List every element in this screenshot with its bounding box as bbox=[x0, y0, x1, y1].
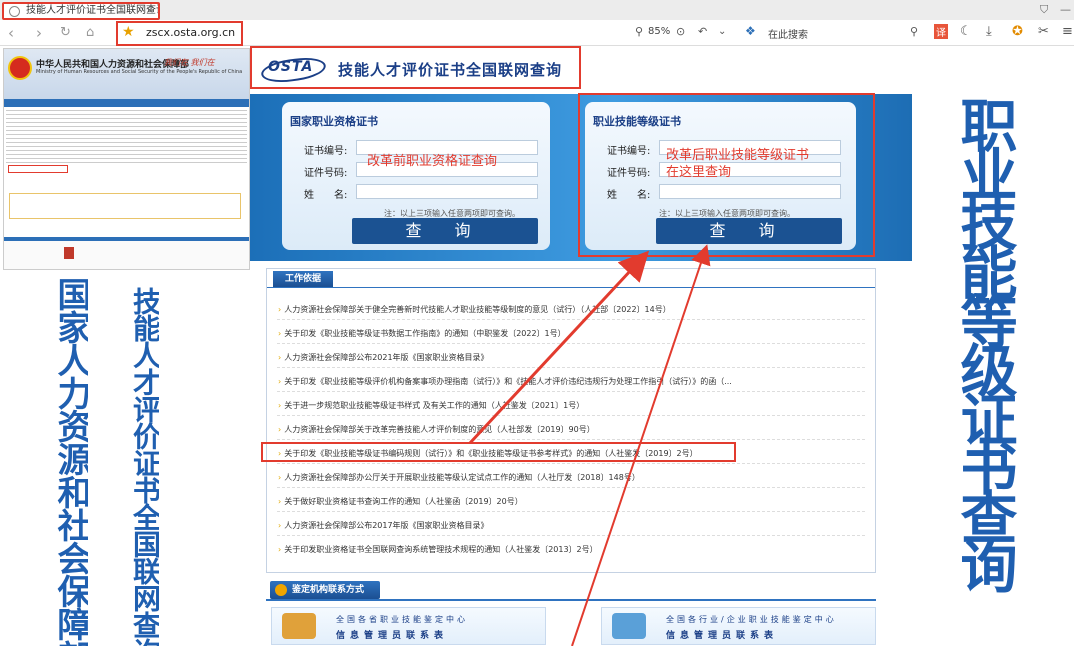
url-text: zscx.osta.org.cn bbox=[146, 26, 236, 39]
books-icon bbox=[612, 613, 646, 639]
contact-section: 鉴定机构联系方式 全国各省职业技能鉴定中心 信息管理员联系表 全国各行业/企业职… bbox=[266, 579, 876, 646]
info-icon bbox=[275, 584, 287, 596]
chevron-down-icon[interactable]: ⌄ bbox=[718, 26, 726, 37]
back-icon[interactable]: ‹ bbox=[8, 24, 14, 42]
cert-no-label: 证书编号: bbox=[304, 146, 348, 157]
annotation-after-reform: 改革后职业技能等级证书 在这里查询 bbox=[666, 148, 810, 180]
highlight-box-coding-rules bbox=[261, 442, 736, 462]
id-no-label: 证件号码: bbox=[304, 168, 348, 179]
party-seal-icon bbox=[64, 247, 74, 259]
caption-skill-cert-query: 职业技能等级证书查询 bbox=[951, 96, 1017, 586]
zoom-icon[interactable]: ⚲ bbox=[635, 25, 643, 38]
tab-title: 技能人才评价证书全国联网查询 bbox=[26, 5, 160, 16]
national-cert-query-card: 国家职业资格证书 证书编号: 证件号码: 姓 名: 注：以上三项输入任意两项即可… bbox=[282, 102, 550, 250]
annotation-before-reform: 改革前职业资格证查询 bbox=[367, 154, 498, 169]
ministry-nav-bar[interactable] bbox=[4, 99, 249, 107]
caption-ministry: 国家人力资源和社会保障部 bbox=[54, 277, 88, 646]
national-emblem-icon bbox=[8, 56, 32, 80]
ministry-site-screenshot: 中华人民共和国人力资源和社会保障部 Ministry of Human Reso… bbox=[3, 48, 250, 270]
list-item[interactable]: › 关于印发《职业技能等级证书数据工作指南》的通知（中职鉴发〔2022〕1号） bbox=[278, 328, 863, 339]
caption-osta-query: 技能人才评价证书全国联网查询 bbox=[131, 287, 159, 646]
card-title: 国家职业资格证书 bbox=[290, 115, 378, 128]
list-item[interactable]: › 关于印发职业资格证书全国联网查询系统管理技术规程的通知（人社鉴发〔2013〕2… bbox=[278, 544, 863, 555]
tab-work-basis[interactable]: 工作依据 bbox=[273, 271, 333, 287]
national-query-button[interactable]: 查 询 bbox=[352, 218, 538, 244]
search-icon[interactable]: ⚲ bbox=[910, 25, 918, 38]
shirt-icon[interactable]: ⛉ bbox=[1040, 3, 1048, 17]
osta-site-header: OSTA 技能人才评价证书全国联网查询 bbox=[250, 46, 581, 89]
ministry-service-box bbox=[9, 193, 241, 219]
ministry-slogan: 我们在 我们在 bbox=[164, 58, 215, 67]
tab-contacts[interactable]: 鉴定机构联系方式 bbox=[270, 581, 380, 599]
home-icon[interactable]: ⌂ bbox=[86, 25, 94, 40]
translate-icon[interactable]: 译 bbox=[934, 24, 948, 39]
list-item[interactable]: › 人力资源社会保障部关于健全完善新时代技能人才职业技能等级制度的意见（试行）（人… bbox=[278, 304, 863, 315]
search-input[interactable]: 在此搜索 bbox=[768, 26, 808, 41]
work-basis-panel: 工作依据 › 人力资源社会保障部关于健全完善新时代技能人才职业技能等级制度的意见（… bbox=[266, 268, 876, 573]
forward-icon[interactable]: › bbox=[36, 24, 42, 42]
site-title: 技能人才评价证书全国联网查询 bbox=[338, 61, 563, 79]
close-tab-icon[interactable]: × bbox=[146, 4, 154, 18]
reload-icon[interactable]: ↻ bbox=[60, 25, 71, 40]
browser-tab[interactable]: 技能人才评价证书全国联网查询 × bbox=[2, 2, 160, 20]
address-toolbar: ‹ › ↻ ⌂ ★ zscx.osta.org.cn ⚲ 85% ⊙ ↶ ⌄ ❖… bbox=[0, 20, 1074, 46]
moon-icon[interactable]: ☾ bbox=[960, 24, 972, 39]
industry-contact-link[interactable]: 全国各行业/企业职业技能鉴定中心 信息管理员联系表 bbox=[601, 607, 876, 645]
minimize-icon[interactable]: — bbox=[1060, 3, 1071, 16]
ministry-name-en: Ministry of Human Resources and Social S… bbox=[36, 69, 243, 75]
address-input[interactable]: ★ zscx.osta.org.cn bbox=[116, 21, 243, 46]
list-item[interactable]: › 关于印发《职业技能等级评价机构备案事项办理指南（试行）》和《技能人才评价违纪违… bbox=[278, 376, 863, 387]
history-icon[interactable]: ↶ bbox=[698, 25, 707, 38]
ministry-footer bbox=[4, 237, 249, 269]
download-icon[interactable]: ⤓ bbox=[986, 24, 992, 39]
list-item[interactable]: › 人力资源社会保障部关于改革完善技能人才评价制度的意见（人社部发〔2019〕90… bbox=[278, 424, 863, 435]
scissors-icon[interactable]: ✂ bbox=[1038, 24, 1049, 39]
list-item[interactable]: › 关于进一步规范职业技能等级证书样式 及有关工作的通知（人社鉴发〔2021〕1号… bbox=[278, 400, 863, 411]
list-item[interactable]: › 人力资源社会保障部办公厅关于开展职业技能等级认定试点工作的通知（人社厅发〔20… bbox=[278, 472, 863, 483]
site-favicon-icon bbox=[9, 6, 20, 17]
list-item[interactable]: › 人力资源社会保障部公布2017年版《国家职业资格目录》 bbox=[278, 520, 863, 531]
game-icon[interactable]: ✪ bbox=[1012, 24, 1023, 39]
paw-icon[interactable]: ❖ bbox=[745, 24, 756, 38]
browser-tab-bar: 技能人才评价证书全国联网查询 × ⛉ — bbox=[0, 0, 1074, 20]
list-item[interactable]: › 关于做好职业资格证书查询工作的通知（人社鉴函〔2019〕20号） bbox=[278, 496, 863, 507]
name-label: 姓 名: bbox=[304, 190, 348, 201]
provincial-contact-link[interactable]: 全国各省职业技能鉴定中心 信息管理员联系表 bbox=[271, 607, 546, 645]
folder-icon bbox=[282, 613, 316, 639]
osta-logo: OSTA bbox=[268, 59, 314, 75]
name-input[interactable] bbox=[356, 184, 538, 199]
list-item[interactable]: › 人力资源社会保障部公布2021年版《国家职业资格目录》 bbox=[278, 352, 863, 363]
screenshot-composite: 技能人才评价证书全国联网查询 × ⛉ — ‹ › ↻ ⌂ ★ zscx.osta… bbox=[0, 0, 1074, 646]
menu-icon[interactable]: ≡ bbox=[1062, 24, 1073, 39]
ministry-header: 中华人民共和国人力资源和社会保障部 Ministry of Human Reso… bbox=[4, 49, 249, 99]
star-icon[interactable]: ★ bbox=[122, 22, 135, 42]
share-icon[interactable]: ⊙ bbox=[676, 25, 685, 38]
zoom-level[interactable]: 85% bbox=[648, 26, 670, 37]
highlighted-query-link[interactable] bbox=[8, 165, 68, 173]
